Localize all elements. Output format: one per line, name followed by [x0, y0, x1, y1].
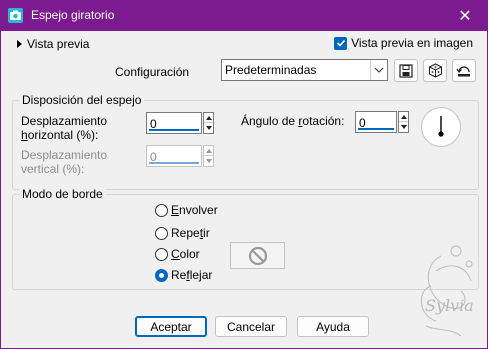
help-button[interactable]: Ayuda: [297, 316, 369, 337]
watermark-text: Sylvia: [425, 296, 474, 315]
h-offset-label-line2: orizontal (%):: [27, 128, 99, 142]
rotation-slider-bar[interactable]: [358, 128, 394, 130]
dialog-body: Vista previa Vista previa en imagen Conf…: [0, 31, 488, 349]
v-offset-spinner: 0: [146, 145, 214, 167]
reset-button[interactable]: [452, 59, 476, 82]
preset-value: Predeterminadas: [225, 63, 317, 77]
radio-color[interactable]: Color: [155, 247, 200, 261]
rotation-arrows[interactable]: [398, 111, 409, 133]
radio-wrap-label: Envolver: [171, 203, 218, 217]
spin-up-icon[interactable]: [399, 112, 408, 122]
preview-in-image-checkbox[interactable]: Vista previa en imagen: [334, 36, 473, 50]
config-label: Configuración: [115, 65, 190, 79]
no-entry-icon: [248, 246, 267, 265]
preset-dropdown[interactable]: Predeterminadas: [221, 59, 388, 81]
radio-color-indicator[interactable]: [155, 247, 168, 261]
radio-repeat-label: Repetir: [171, 226, 210, 240]
h-offset-label-line1: Desplazamiento: [21, 114, 108, 128]
rotation-input[interactable]: 0: [355, 111, 397, 133]
border-group-title: Modo de borde: [19, 187, 106, 201]
checkmark-icon: [334, 36, 348, 50]
save-preset-button[interactable]: [394, 59, 418, 82]
rotation-dial[interactable]: [421, 107, 461, 147]
reset-icon: [456, 66, 470, 77]
spin-down-icon[interactable]: [204, 123, 213, 133]
spin-down-icon: [204, 156, 213, 166]
chevron-down-icon[interactable]: [370, 60, 387, 80]
expand-triangle-icon: [17, 40, 22, 48]
v-offset-label-line2: vertical (%):: [21, 162, 85, 176]
h-offset-slider-bar[interactable]: [149, 129, 199, 131]
preview-in-image-label: Vista previa en imagen: [351, 36, 473, 50]
v-offset-label: Desplazamiento vertical (%):: [21, 148, 107, 176]
v-offset-slider-bar: [149, 162, 199, 164]
radio-reflect-indicator[interactable]: [155, 268, 168, 282]
preview-expander-label: Vista previa: [27, 37, 90, 51]
help-button-label: Ayuda: [316, 319, 350, 334]
border-color-swatch: [230, 242, 285, 269]
radio-wrap-indicator[interactable]: [155, 203, 168, 217]
v-offset-input: 0: [146, 145, 202, 167]
camera-app-icon: [8, 8, 23, 23]
v-offset-arrows: [203, 145, 214, 167]
h-offset-hotkey: h: [21, 128, 28, 142]
ok-button-label: Aceptar: [150, 319, 192, 334]
watermark-flourish: Sylvia: [421, 245, 474, 337]
radio-reflect-label: Reflejar: [171, 268, 213, 282]
rotation-label: Ángulo de rotación:: [241, 114, 344, 128]
cancel-button[interactable]: Cancelar: [215, 316, 287, 337]
dice-icon: [428, 63, 442, 78]
preview-expander[interactable]: Vista previa: [17, 37, 89, 51]
rotation-label-post: otación:: [302, 114, 345, 128]
v-offset-label-line1: Desplazamiento: [21, 148, 108, 162]
radio-repeat[interactable]: Repetir: [155, 226, 210, 240]
dial-needle-icon: [438, 116, 444, 137]
radio-reflect[interactable]: Reflejar: [155, 268, 212, 282]
radio-repeat-indicator[interactable]: [155, 226, 168, 240]
close-icon: ✕: [458, 7, 472, 25]
cancel-button-label: Cancelar: [226, 319, 276, 334]
radio-wrap[interactable]: Envolver: [155, 203, 218, 217]
h-offset-spinner[interactable]: 0: [146, 112, 214, 134]
title-bar: Espejo giratorio ✕: [0, 0, 488, 31]
close-button[interactable]: ✕: [442, 0, 488, 31]
window-title: Espejo giratorio: [31, 8, 115, 22]
radio-color-label: Color: [171, 247, 200, 261]
h-offset-input[interactable]: 0: [146, 112, 202, 134]
ok-button[interactable]: Aceptar: [135, 316, 207, 337]
rotation-spinner[interactable]: 0: [355, 111, 409, 133]
mirror-group-title: Disposición del espejo: [19, 93, 145, 107]
rotation-label-pre: Ángulo de: [241, 114, 299, 128]
h-offset-arrows[interactable]: [203, 112, 214, 134]
randomize-button[interactable]: [423, 59, 447, 82]
spin-up-icon[interactable]: [204, 113, 213, 123]
spin-up-icon: [204, 146, 213, 156]
h-offset-label: Desplazamiento horizontal (%):: [21, 114, 107, 142]
spin-down-icon[interactable]: [399, 122, 408, 132]
save-icon: [399, 63, 413, 78]
